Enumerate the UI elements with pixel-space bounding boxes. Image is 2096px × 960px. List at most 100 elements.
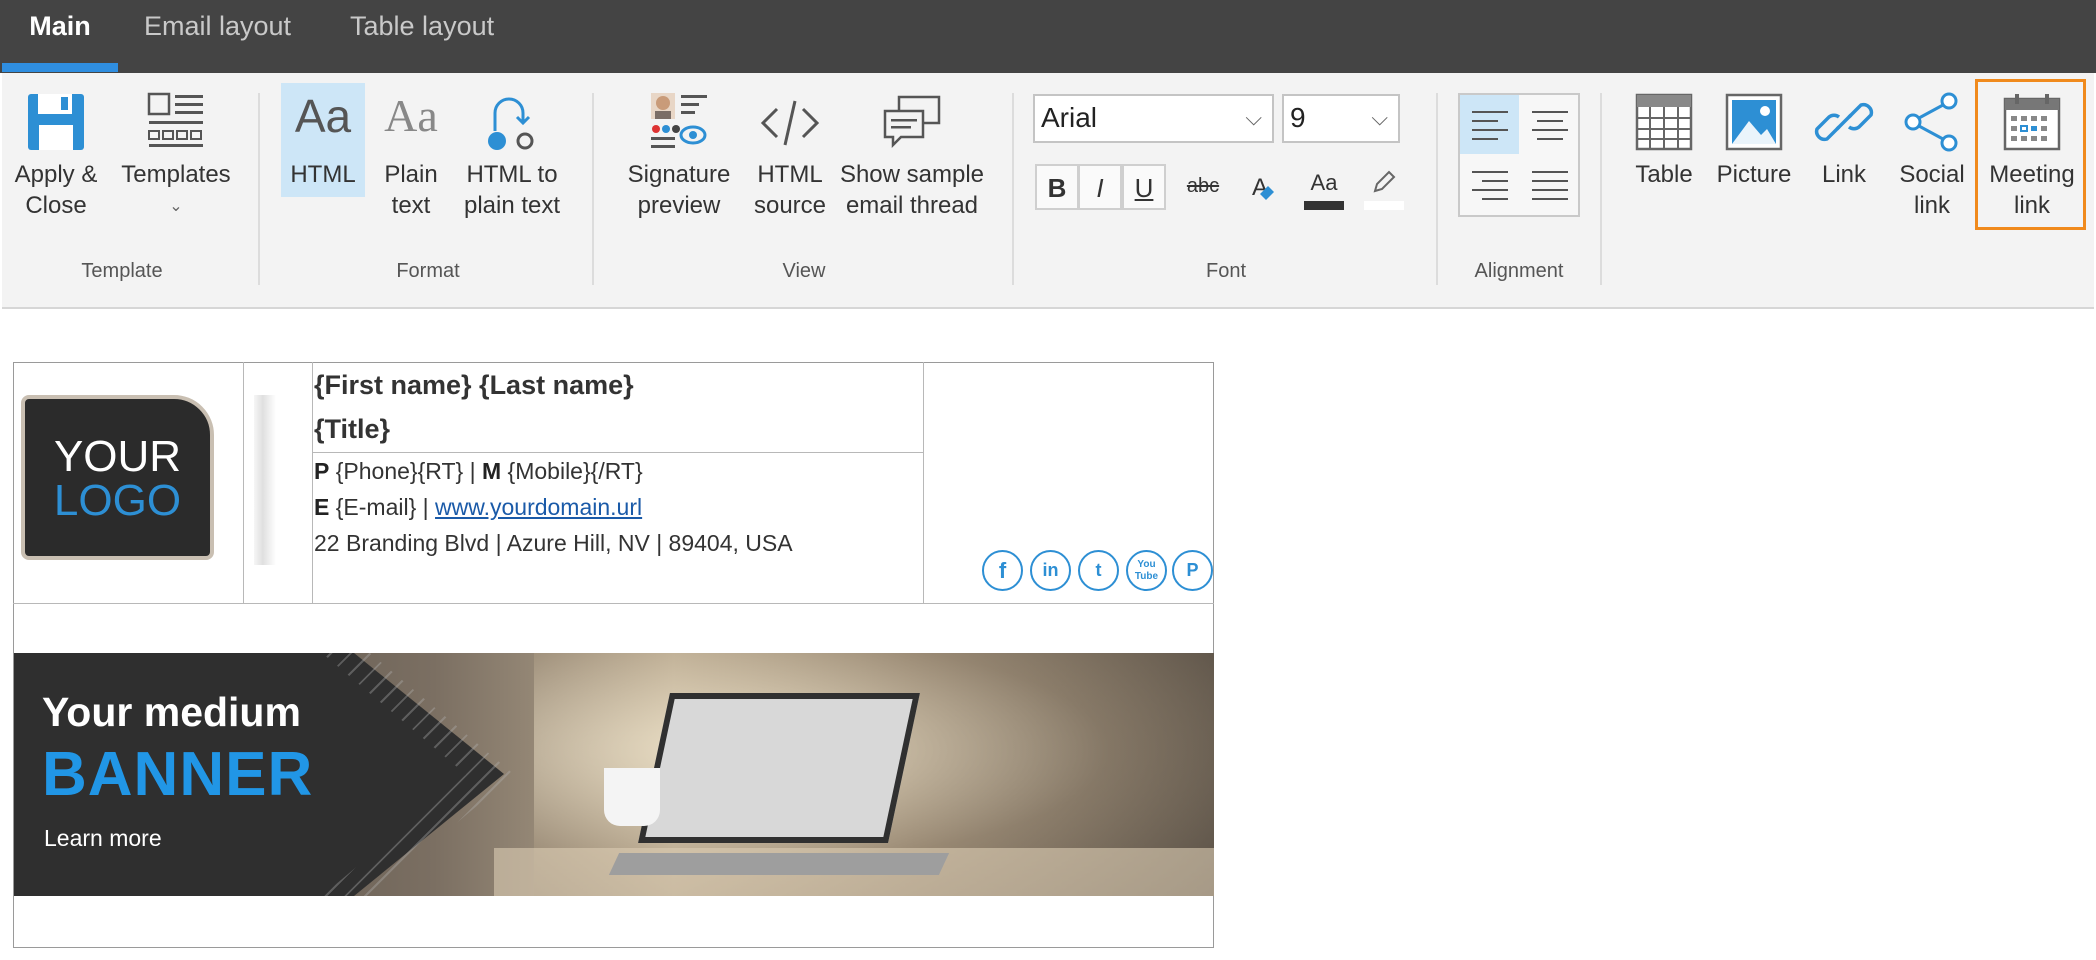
separator — [1436, 93, 1438, 285]
templates-label: Templates — [121, 161, 231, 188]
separator — [1012, 93, 1014, 285]
align-center-button[interactable] — [1520, 95, 1579, 154]
pencil-icon — [1373, 170, 1396, 193]
meeting-link-highlight — [1975, 79, 2086, 230]
signature-preview-button[interactable]: Signature preview — [616, 91, 742, 241]
phone-line: P {Phone}{RT} | M {Mobile}{/RT} — [314, 458, 643, 485]
link-label: Link — [1821, 161, 1867, 188]
html-aa-icon: Aa — [294, 90, 352, 142]
banner-photo-laptop-base — [608, 853, 950, 875]
address-line: 22 Branding Blvd | Azure Hill, NV | 8940… — [314, 530, 793, 556]
font-family-select[interactable]: Arial ⌵ — [1033, 94, 1274, 143]
group-label-alignment: Alignment — [1474, 260, 1564, 282]
align-justify-button[interactable] — [1520, 155, 1579, 214]
website-link[interactable]: www.yourdomain.url — [435, 494, 642, 520]
youtube-icon[interactable]: You Tube — [1126, 550, 1167, 591]
signature-name: {First name} {Last name} — [314, 370, 634, 400]
email-line: E {E-mail} | www.yourdomain.url — [314, 494, 642, 521]
apply-close-button[interactable]: Apply & Close — [2, 91, 110, 241]
html-format-button[interactable]: Aa HTML — [281, 83, 365, 197]
table-label: Table — [1635, 161, 1693, 188]
link-button[interactable]: Link — [1799, 91, 1889, 241]
email-value: {E-mail} | — [335, 494, 436, 520]
picture-label: Picture — [1716, 161, 1792, 188]
cell-divider — [923, 362, 924, 603]
banner-title-line2: BANNER — [42, 740, 314, 809]
logo-text-logo: LOGO — [53, 476, 182, 525]
italic-button[interactable]: I — [1078, 164, 1122, 210]
row-divider — [13, 603, 1214, 604]
code-icon — [760, 100, 820, 146]
separator — [592, 93, 594, 285]
templates-button[interactable]: Templates ⌄ — [114, 91, 238, 241]
chevron-down-icon: ⌵ — [1371, 105, 1388, 130]
social-link-button[interactable]: Social link — [1889, 91, 1975, 241]
separator — [258, 93, 260, 285]
separator — [1600, 93, 1602, 285]
row-divider — [312, 452, 923, 453]
font-size-value: 9 — [1290, 102, 1306, 133]
show-sample-thread-button[interactable]: Show sample email thread — [834, 91, 990, 241]
bold-button[interactable]: B — [1035, 164, 1079, 210]
signature-title: {Title} — [314, 414, 391, 444]
group-label-font: Font — [1205, 260, 1247, 282]
logo-text-your: YOUR — [53, 432, 182, 481]
facebook-icon[interactable]: f — [982, 550, 1023, 591]
alignment-grid — [1458, 93, 1580, 217]
email-thread-icon — [883, 95, 941, 149]
html-source-button[interactable]: HTML source — [742, 91, 838, 241]
html-to-plain-button[interactable]: HTML to plain text — [454, 91, 570, 241]
picture-icon — [1725, 93, 1783, 151]
templates-icon — [147, 92, 203, 147]
underline-button[interactable]: U — [1122, 164, 1166, 210]
highlight-color-button[interactable] — [1362, 159, 1406, 210]
tab-bar: Main Email layout Table layout — [0, 0, 2096, 73]
banner-photo-cup — [604, 768, 660, 826]
cell-divider — [312, 362, 313, 603]
active-tab-indicator — [2, 63, 118, 72]
eraser-icon — [1260, 186, 1274, 200]
font-family-value: Arial — [1041, 102, 1098, 133]
html-label: HTML — [290, 161, 356, 188]
table-button[interactable]: Table — [1619, 91, 1709, 241]
mobile-value: {Mobile}{/RT} — [507, 458, 643, 484]
linkedin-icon[interactable]: in — [1030, 550, 1071, 591]
tab-email-layout[interactable]: Email layout — [144, 0, 291, 73]
cell-divider — [243, 362, 244, 603]
banner-photo-laptop — [638, 693, 920, 843]
group-label-format: Format — [396, 260, 460, 282]
divider-shadow — [254, 395, 276, 565]
group-label-template: Template — [81, 260, 163, 282]
plain-aa-icon: Aa — [384, 90, 438, 141]
banner-learn-more: Learn more — [44, 825, 162, 851]
chevron-down-icon: ⌄ — [169, 198, 183, 215]
strikethrough-button[interactable]: abc — [1178, 164, 1228, 210]
link-icon — [1814, 102, 1874, 142]
align-right-button[interactable] — [1460, 155, 1519, 214]
picture-button[interactable]: Picture — [1709, 91, 1799, 241]
html-to-plain-label: HTML to plain text — [463, 161, 561, 219]
company-logo: YOUR LOGO — [21, 395, 214, 560]
mobile-label: M — [481, 458, 502, 484]
clear-formatting-button[interactable]: A — [1238, 164, 1282, 210]
phone-label: P — [314, 458, 330, 484]
twitter-icon[interactable]: t — [1078, 550, 1119, 591]
pinterest-icon[interactable]: P — [1172, 550, 1213, 591]
social-link-label: Social link — [1899, 161, 1965, 219]
medium-banner[interactable]: Your medium BANNER Learn more — [14, 653, 1214, 896]
font-size-select[interactable]: 9 ⌵ — [1282, 94, 1400, 143]
font-color-letter: Aa — [1310, 170, 1338, 195]
plain-text-button[interactable]: Aa Plain text — [368, 83, 454, 233]
show-sample-label: Show sample email thread — [839, 161, 985, 219]
ribbon: Apply & Close Templates ⌄ Template Aa HT… — [2, 73, 2094, 309]
highlight-color-swatch — [1364, 201, 1404, 210]
banner-title-line1: Your medium — [42, 689, 301, 735]
chevron-down-icon: ⌵ — [1245, 105, 1262, 130]
save-icon — [28, 94, 84, 150]
align-left-button[interactable] — [1460, 95, 1519, 154]
html-source-label: HTML source — [753, 161, 827, 219]
share-icon — [1904, 92, 1958, 152]
font-color-button[interactable]: Aa — [1302, 159, 1346, 210]
table-icon — [1635, 93, 1693, 151]
tab-table-layout[interactable]: Table layout — [350, 0, 494, 73]
